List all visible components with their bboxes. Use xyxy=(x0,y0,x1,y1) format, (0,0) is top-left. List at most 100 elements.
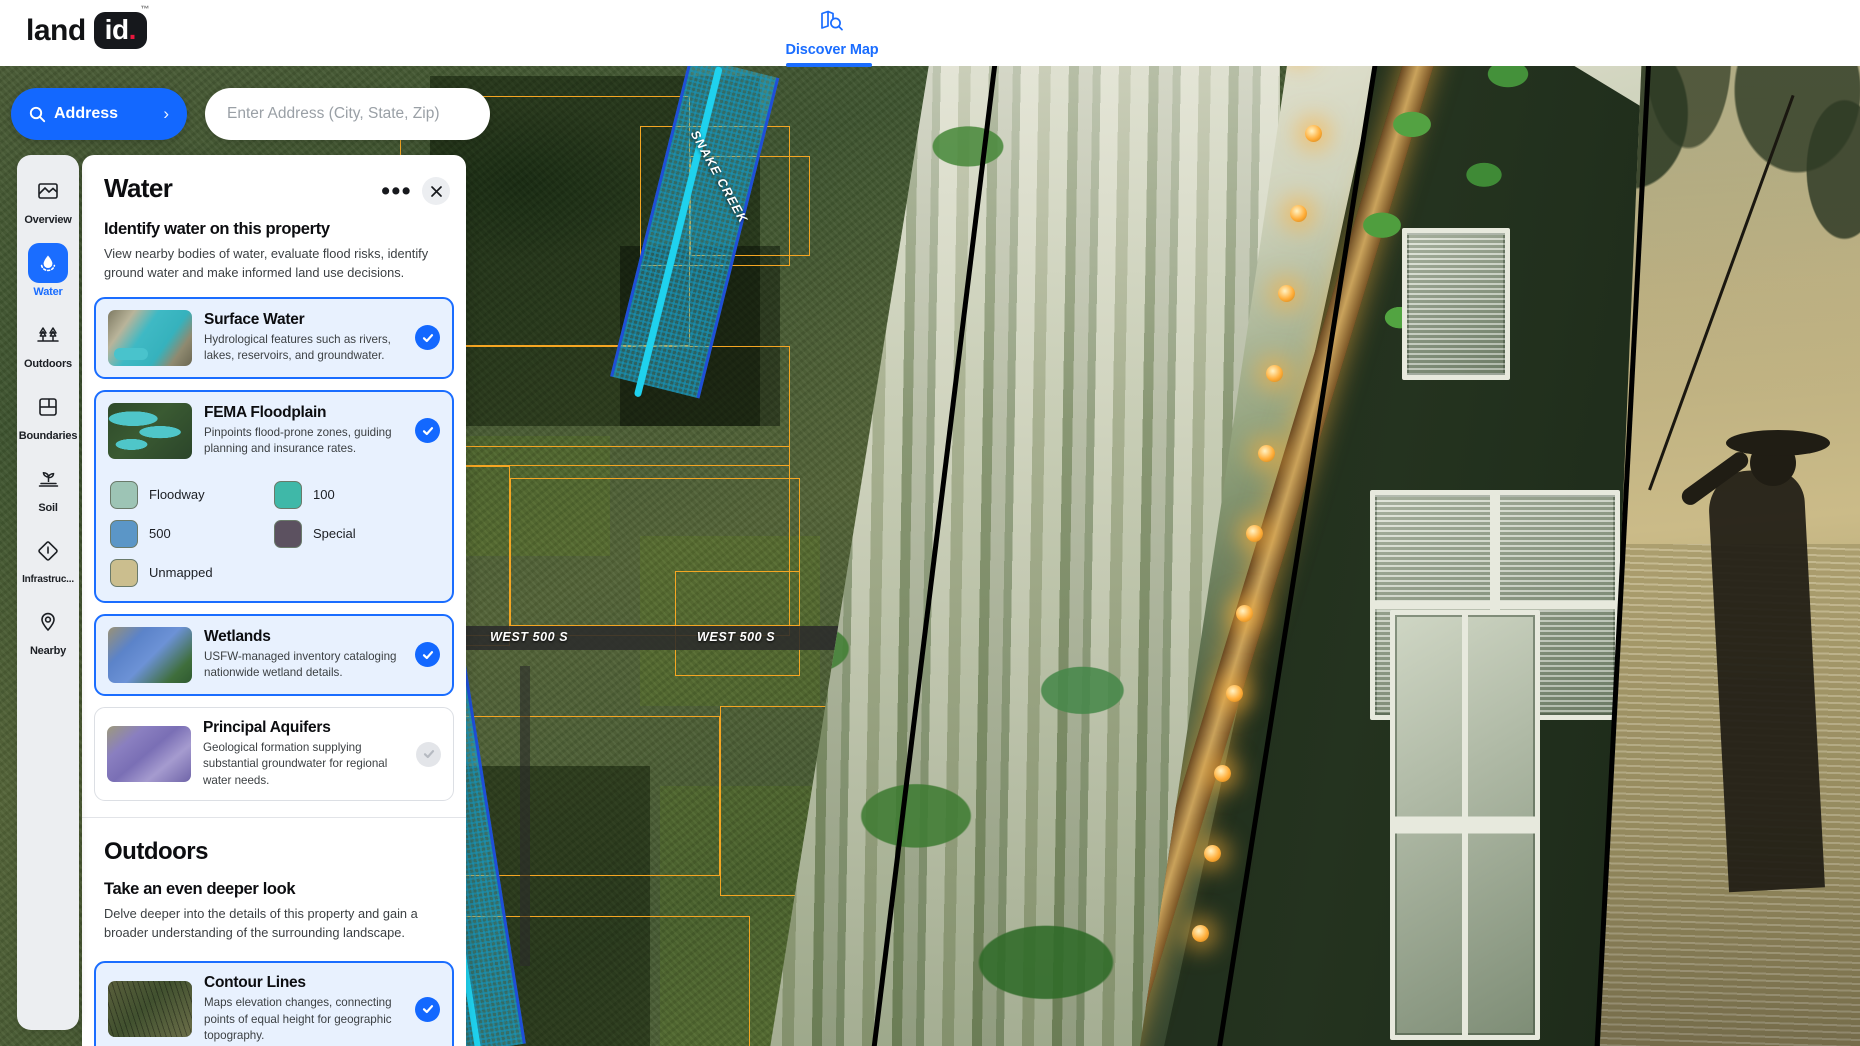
sidebar-item-water[interactable]: Water xyxy=(17,243,79,298)
layer-card-surface-water[interactable]: Surface Water Hydrological features such… xyxy=(94,297,454,379)
sidebar-item-outdoors-label: Outdoors xyxy=(24,358,72,370)
sidebar-item-outdoors[interactable]: Outdoors xyxy=(17,315,79,370)
legend-item-unmapped[interactable]: Unmapped xyxy=(110,559,274,587)
boundaries-icon xyxy=(28,387,68,427)
address-mode-label: Address xyxy=(54,105,118,123)
sidebar-item-infrastructure-label: Infrastruc... xyxy=(22,574,74,585)
legend-item-500[interactable]: 500 xyxy=(110,520,274,548)
string-light-bulb xyxy=(1258,445,1275,462)
search-input[interactable] xyxy=(205,88,490,140)
sidebar-item-nearby[interactable]: Nearby xyxy=(17,602,79,657)
logo-dot: . xyxy=(129,14,136,45)
photo-fly-fisherman xyxy=(1600,0,1860,1046)
legend-swatch xyxy=(110,559,138,587)
layer-card-text: Surface Water Hydrological features such… xyxy=(204,311,403,365)
map-pin-icon xyxy=(28,602,68,642)
water-drop-icon xyxy=(28,243,68,283)
overview-icon xyxy=(28,171,68,211)
layer-card-contour-lines[interactable]: Contour Lines Maps elevation changes, co… xyxy=(94,961,454,1046)
panel-subtitle: Identify water on this property xyxy=(104,220,444,239)
app-root: WEST 500 S WEST 500 S SNAKE CREEK SNA xyxy=(0,0,1860,1046)
layer-card-text: Wetlands USFW-managed inventory catalogi… xyxy=(204,628,403,682)
logo-trademark: ™ xyxy=(140,5,149,14)
legend-swatch xyxy=(274,481,302,509)
panel-description: View nearby bodies of water, evaluate fl… xyxy=(104,245,439,283)
string-light-bulb xyxy=(1204,845,1221,862)
sidebar-item-boundaries-label: Boundaries xyxy=(19,430,78,442)
layer-card-text: Principal Aquifers Geological formation … xyxy=(203,719,404,789)
logo-badge: id. ™ xyxy=(94,12,147,49)
layer-description: Hydrological features such as rivers, la… xyxy=(204,332,403,365)
layer-description: Geological formation supplying substanti… xyxy=(203,740,404,789)
sidebar-item-overview[interactable]: Overview xyxy=(17,171,79,226)
string-light-bulb xyxy=(1236,605,1253,622)
string-light-bulb xyxy=(1214,765,1231,782)
layer-toggle-check-icon[interactable] xyxy=(415,642,440,667)
layer-description: USFW-managed inventory cataloging nation… xyxy=(204,649,403,682)
legend-item-100[interactable]: 100 xyxy=(274,481,438,509)
water-layer-list: Surface Water Hydrological features such… xyxy=(82,283,466,801)
layer-title: Wetlands xyxy=(204,628,403,646)
window-panes xyxy=(1395,615,1535,1035)
map-road xyxy=(520,666,530,966)
outdoors-title: Outdoors xyxy=(104,838,444,866)
layer-title: Contour Lines xyxy=(204,974,403,992)
cabin-upper-window xyxy=(1402,228,1510,380)
string-light-bulb xyxy=(1278,285,1295,302)
road-label: WEST 500 S xyxy=(490,630,568,644)
infrastructure-icon xyxy=(28,531,68,571)
map-search-icon xyxy=(819,9,845,38)
tab-discover-map[interactable]: Discover Map xyxy=(786,4,878,66)
string-light-bulb xyxy=(1192,925,1209,942)
layer-card-text: Contour Lines Maps elevation changes, co… xyxy=(204,974,403,1044)
legend-label: Special xyxy=(313,526,356,541)
trees-icon xyxy=(28,315,68,355)
layer-thumbnail xyxy=(107,726,191,782)
ellipsis-icon[interactable]: ••• xyxy=(381,184,412,199)
sidebar-item-soil[interactable]: Soil xyxy=(17,459,79,514)
close-icon[interactable] xyxy=(422,177,450,205)
panel-header: Water ••• Identify water on this propert… xyxy=(82,155,466,283)
legend-item-special[interactable]: Special xyxy=(274,520,438,548)
logo-text-land: land xyxy=(26,14,86,48)
water-layers-panel: Water ••• Identify water on this propert… xyxy=(82,155,466,1046)
cabin-french-door xyxy=(1390,610,1540,1040)
tab-active-underline xyxy=(786,63,872,67)
string-light-bulb xyxy=(1290,205,1307,222)
layer-toggle-check-icon[interactable] xyxy=(415,997,440,1022)
app-logo[interactable]: land id. ™ xyxy=(26,12,147,49)
layer-title: Principal Aquifers xyxy=(203,719,404,737)
layer-toggle-check-icon[interactable] xyxy=(415,418,440,443)
panel-scroll-area[interactable]: Water ••• Identify water on this propert… xyxy=(82,155,466,1046)
layer-card-wetlands[interactable]: Wetlands USFW-managed inventory catalogi… xyxy=(94,614,454,696)
top-bar: land id. ™ Discover Map xyxy=(0,0,1860,66)
legend-item-floodway[interactable]: Floodway xyxy=(110,481,274,509)
legend-label: Floodway xyxy=(149,487,205,502)
fema-legend: Floodway 100 500 Special xyxy=(94,471,454,603)
layer-card-principal-aquifers[interactable]: Principal Aquifers Geological formation … xyxy=(94,707,454,801)
layer-title: Surface Water xyxy=(204,311,403,329)
search-icon xyxy=(29,106,46,123)
legend-swatch xyxy=(110,520,138,548)
layer-thumbnail xyxy=(108,403,192,459)
sidebar-item-overview-label: Overview xyxy=(24,214,71,226)
sidebar-item-nearby-label: Nearby xyxy=(30,645,66,657)
sidebar-item-boundaries[interactable]: Boundaries xyxy=(17,387,79,442)
layer-toggle-check-icon[interactable] xyxy=(415,325,440,350)
category-rail: Overview Water Outdoors xyxy=(17,155,79,1030)
legend-label: 100 xyxy=(313,487,335,502)
layer-card-fema-floodplain[interactable]: FEMA Floodplain Pinpoints flood-prone zo… xyxy=(94,390,454,471)
layer-thumbnail xyxy=(108,627,192,683)
sidebar-item-infrastructure[interactable]: Infrastruc... xyxy=(17,531,79,585)
address-mode-button[interactable]: Address › xyxy=(11,88,187,140)
sprout-icon xyxy=(28,459,68,499)
layer-toggle-check-icon[interactable] xyxy=(416,742,441,767)
legend-swatch xyxy=(110,481,138,509)
fisherman-hat xyxy=(1726,430,1830,456)
legend-label: Unmapped xyxy=(149,565,213,580)
outdoors-layer-list: Contour Lines Maps elevation changes, co… xyxy=(82,943,466,1046)
sidebar-item-soil-label: Soil xyxy=(38,502,57,514)
legend-label: 500 xyxy=(149,526,171,541)
tab-discover-map-label: Discover Map xyxy=(785,42,878,58)
layer-title: FEMA Floodplain xyxy=(204,404,403,422)
